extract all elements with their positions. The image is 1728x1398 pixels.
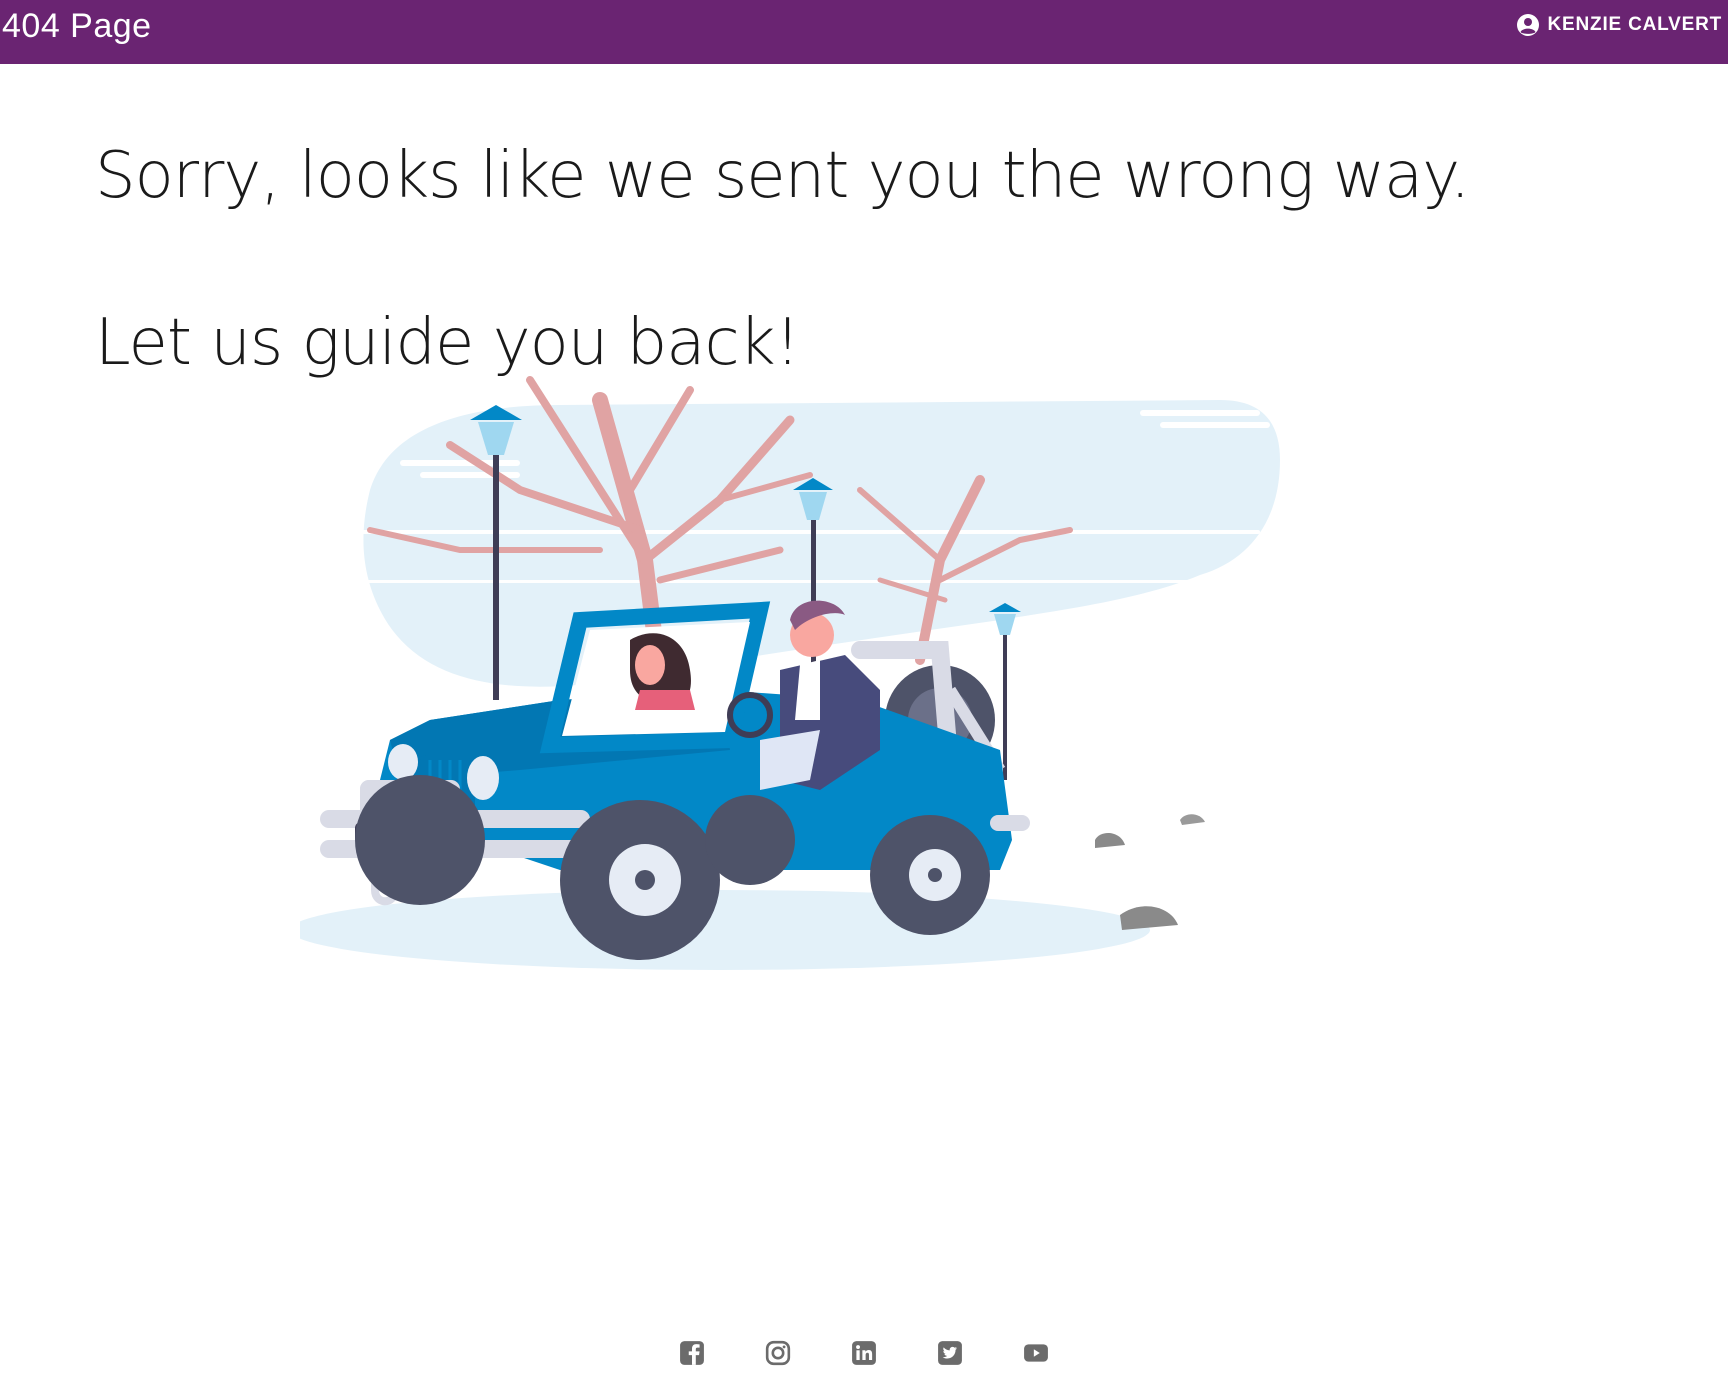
page-title: 404 Page <box>2 7 152 45</box>
user-menu[interactable]: KENZIE CALVERT <box>1516 12 1722 38</box>
facebook-icon[interactable] <box>679 1340 705 1366</box>
error-heading: Sorry, looks like we sent you the wrong … <box>95 139 1470 213</box>
user-name: KENZIE CALVERT <box>1547 14 1722 35</box>
social-links <box>0 1340 1728 1366</box>
youtube-icon[interactable] <box>1023 1340 1049 1366</box>
instagram-icon[interactable] <box>765 1340 791 1366</box>
top-app-bar: 404 Page KENZIE CALVERT <box>0 0 1728 64</box>
twitter-icon[interactable] <box>937 1340 963 1366</box>
jeep-driving-illustration <box>300 376 1280 970</box>
account-circle-icon <box>1516 14 1539 36</box>
linkedin-icon[interactable] <box>851 1340 877 1366</box>
